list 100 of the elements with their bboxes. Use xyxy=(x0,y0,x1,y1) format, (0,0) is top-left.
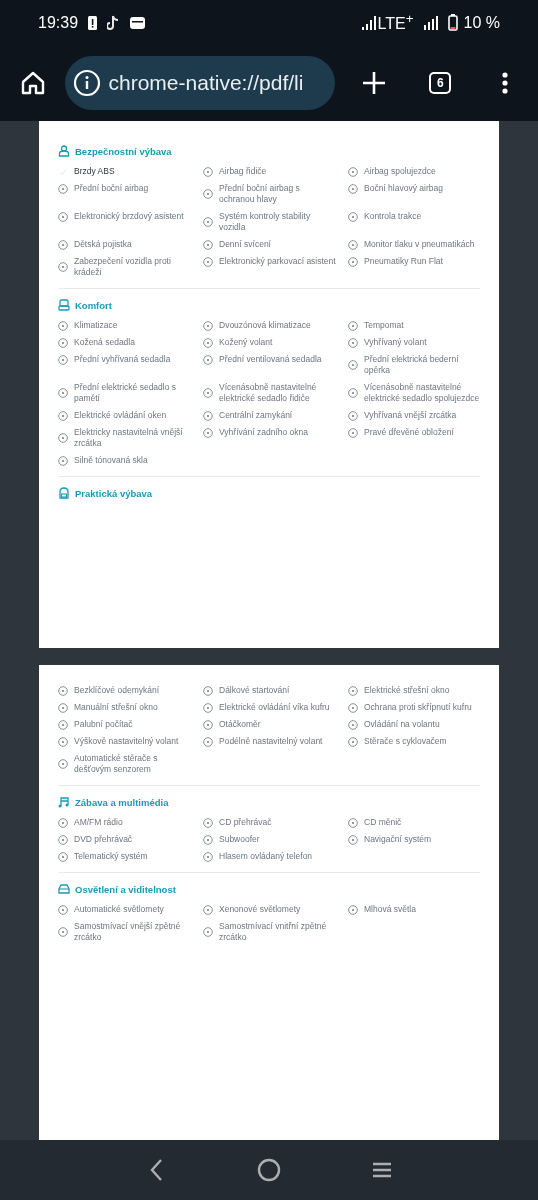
tab-switcher-button[interactable]: 6 xyxy=(421,63,460,103)
more-icon xyxy=(501,72,508,94)
bullet-icon xyxy=(58,183,68,194)
bullet-icon xyxy=(203,337,213,348)
battery-percent: 10 % xyxy=(463,13,500,32)
bullet-icon xyxy=(203,817,213,828)
feature-label: Denní svícení xyxy=(219,239,271,250)
bullet-icon xyxy=(348,211,358,222)
feature-label: Pravé dřevěné obložení xyxy=(364,427,454,438)
signal-icon xyxy=(423,15,438,30)
bullet-icon xyxy=(58,410,68,421)
feature-label: Dálkové startování xyxy=(219,685,290,696)
bullet-icon xyxy=(58,834,68,845)
bullet-icon xyxy=(203,427,213,438)
bullet-icon xyxy=(203,189,213,199)
bullet-icon xyxy=(58,320,68,331)
bullet-icon xyxy=(348,736,358,747)
feature-label: Systém kontroly stability vozidla xyxy=(219,211,312,233)
feature-label: Kožená sedadla xyxy=(74,337,135,348)
battery-icon xyxy=(447,14,458,31)
feature-label: Brzdy ABS xyxy=(74,166,115,177)
seat-icon xyxy=(58,299,70,311)
feature-label: Elektrické ovládání víka kufru xyxy=(219,702,330,713)
bullet-icon xyxy=(58,759,68,769)
feature-label: CD přehrávač xyxy=(219,817,272,828)
feature-label: CD měnič xyxy=(364,817,402,828)
feature-label: Airbag spolujezdce xyxy=(364,166,436,177)
bullet-icon xyxy=(203,217,213,227)
feature-label: Dvouzónová klimatizace xyxy=(219,320,311,331)
feature-label: Kontrola trakce xyxy=(364,211,422,222)
bullet-icon xyxy=(203,904,213,915)
feature-label: Boční hlavový airbag xyxy=(364,183,443,194)
bullet-icon xyxy=(203,834,213,845)
feature-label: Podélně nastavitelný volant xyxy=(219,736,323,747)
bullet-icon xyxy=(203,685,213,696)
bullet-icon xyxy=(58,211,68,222)
bullet-icon xyxy=(203,927,213,937)
bullet-icon xyxy=(348,320,358,331)
music-note-icon xyxy=(107,14,121,31)
feature-label: Výškově nastavitelný volant xyxy=(74,736,179,747)
bullet-icon xyxy=(58,685,68,696)
bullet-icon xyxy=(58,455,68,466)
feature-label: Elektrické střešní okno xyxy=(364,685,450,696)
bullet-icon xyxy=(203,256,213,267)
bullet-icon xyxy=(348,410,358,421)
bullet-icon xyxy=(348,817,358,828)
feature-label: Přední elektrická bederní opěrka xyxy=(364,354,460,376)
feature-label: Vícenásobně nastavitelné elektrické sedadlo spolujezdce xyxy=(364,382,480,404)
bullet-icon xyxy=(58,719,68,730)
feature-label: AM/FM rádio xyxy=(74,817,123,828)
bullet-icon xyxy=(348,834,358,845)
feature-label: Elektronický brzdový asistent xyxy=(74,211,184,222)
feature-label: Airbag řidiče xyxy=(219,166,267,177)
bullet-icon xyxy=(348,719,358,730)
feature-label: Subwoofer xyxy=(219,834,260,845)
bullet-icon xyxy=(58,702,68,713)
home-icon xyxy=(20,70,47,96)
bullet-icon xyxy=(58,337,68,348)
backpack-icon xyxy=(58,487,70,499)
feature-label: DVD přehrávač xyxy=(74,834,133,845)
feature-label: Dětská pojistka xyxy=(74,239,132,250)
bullet-icon xyxy=(348,427,358,438)
bullet-icon xyxy=(348,183,358,194)
feature-label: Přední elektrické sedadlo s pamětí xyxy=(74,382,178,404)
feature-label: Silně tónovaná skla xyxy=(74,455,148,466)
feature-label: Stěrače s cyklovačem xyxy=(364,736,447,747)
address-bar[interactable]: chrome-native://pdf/li xyxy=(64,56,335,110)
bullet-icon xyxy=(58,817,68,828)
feature-label: Ovládání na volantu xyxy=(364,719,440,730)
bullet-icon xyxy=(348,239,358,250)
feature-label: Navigační systém xyxy=(364,834,432,845)
bullet-icon xyxy=(58,736,68,747)
wallet-icon xyxy=(130,16,146,29)
feature-label: Palubní počítač xyxy=(74,719,133,730)
bullet-icon xyxy=(58,388,68,398)
url-text: chrome-native://pdf/li xyxy=(108,71,304,95)
signal-icon xyxy=(361,15,376,30)
bullet-icon xyxy=(58,262,68,272)
bullet-icon xyxy=(58,433,68,443)
bullet-icon xyxy=(203,736,213,747)
bullet-icon xyxy=(58,239,68,250)
bullet-icon xyxy=(203,166,213,177)
info-icon xyxy=(72,69,101,97)
feature-label: Vícenásobně nastavitelné elektrické sedadlo řidiče xyxy=(219,382,318,404)
section-title: Praktická výbava xyxy=(75,487,153,499)
feature-label: Tempomat xyxy=(364,320,404,331)
feature-label: Bezklíčové odemykání xyxy=(74,685,160,696)
bullet-icon xyxy=(348,904,358,915)
feature-label: Pneumatiky Run Flat xyxy=(364,256,443,267)
feature-label: Elektricky nastavitelná vnější zrcátka xyxy=(74,427,184,449)
network-type: LTE$^{+}$ xyxy=(377,11,414,34)
feature-label: Manuální střešní okno xyxy=(74,702,158,713)
music-icon xyxy=(58,796,70,808)
bullet-icon xyxy=(203,320,213,331)
bullet-icon xyxy=(348,360,358,370)
section-title: Bezpečnostní výbava xyxy=(75,145,172,157)
menu-icon xyxy=(370,1161,393,1179)
feature-label: Ochrana proti skřípnutí kufru xyxy=(364,702,472,713)
circle-icon xyxy=(257,1158,281,1182)
bullet-icon xyxy=(348,256,358,267)
